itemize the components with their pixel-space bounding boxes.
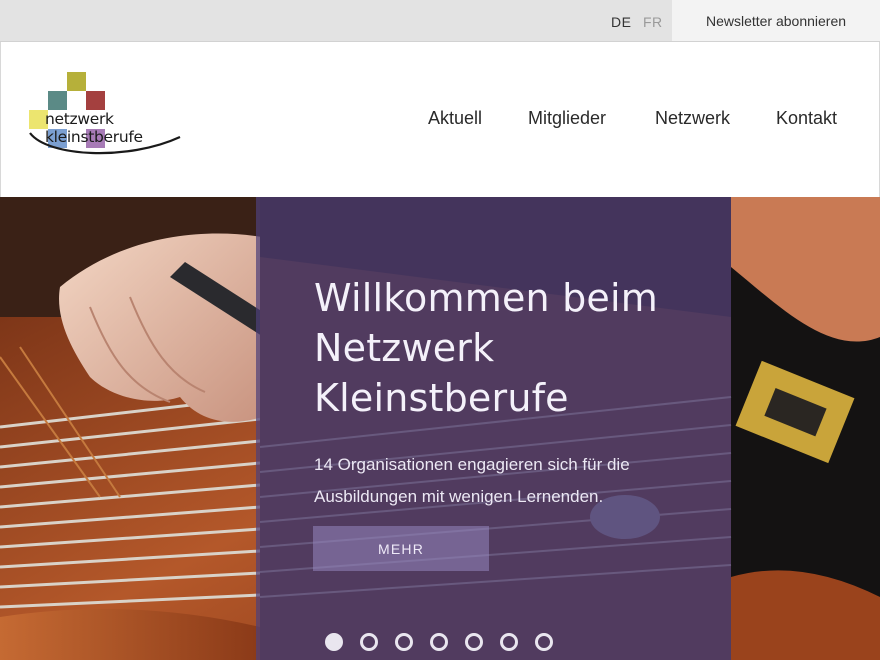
mehr-button[interactable]: MEHR xyxy=(313,526,489,571)
logo-square-red xyxy=(86,91,105,110)
slider-dot-7[interactable] xyxy=(535,633,553,651)
top-utility-bar: DE FR Newsletter abonnieren xyxy=(0,0,880,42)
slider-dot-4[interactable] xyxy=(430,633,448,651)
hero-slider: Willkommen beim Netzwerk Kleinstberufe 1… xyxy=(0,197,880,660)
logo-square-teal xyxy=(48,91,67,110)
slider-dot-6[interactable] xyxy=(500,633,518,651)
hero-title: Willkommen beim Netzwerk Kleinstberufe xyxy=(314,273,714,423)
slider-dot-1[interactable] xyxy=(325,633,343,651)
hero-title-line: Willkommen beim xyxy=(314,276,658,320)
hero-title-line: Netzwerk xyxy=(314,326,495,370)
slider-dot-3[interactable] xyxy=(395,633,413,651)
language-de-link[interactable]: DE xyxy=(611,14,631,30)
logo-swoosh xyxy=(29,132,181,155)
nav-mitglieder[interactable]: Mitglieder xyxy=(528,108,606,129)
hero-description: 14 Organisationen engagieren sich für di… xyxy=(314,455,630,506)
newsletter-subscribe-button[interactable]: Newsletter abonnieren xyxy=(672,0,880,41)
hero-overlay-panel xyxy=(256,197,731,660)
nav-netzwerk[interactable]: Netzwerk xyxy=(655,108,730,129)
slider-dot-5[interactable] xyxy=(465,633,483,651)
slider-pagination xyxy=(325,633,553,653)
netzwerk-kleinstberufe-logo[interactable]: netzwerk kleinstberufe xyxy=(28,72,208,162)
nav-kontakt[interactable]: Kontakt xyxy=(776,108,837,129)
hero-title-line: Kleinstberufe xyxy=(314,376,569,420)
language-fr-link[interactable]: FR xyxy=(643,14,663,30)
logo-square-olive xyxy=(67,72,86,91)
nav-aktuell[interactable]: Aktuell xyxy=(428,108,482,129)
site-header: netzwerk kleinstberufe Aktuell Mitgliede… xyxy=(0,42,880,197)
slider-dot-2[interactable] xyxy=(360,633,378,651)
